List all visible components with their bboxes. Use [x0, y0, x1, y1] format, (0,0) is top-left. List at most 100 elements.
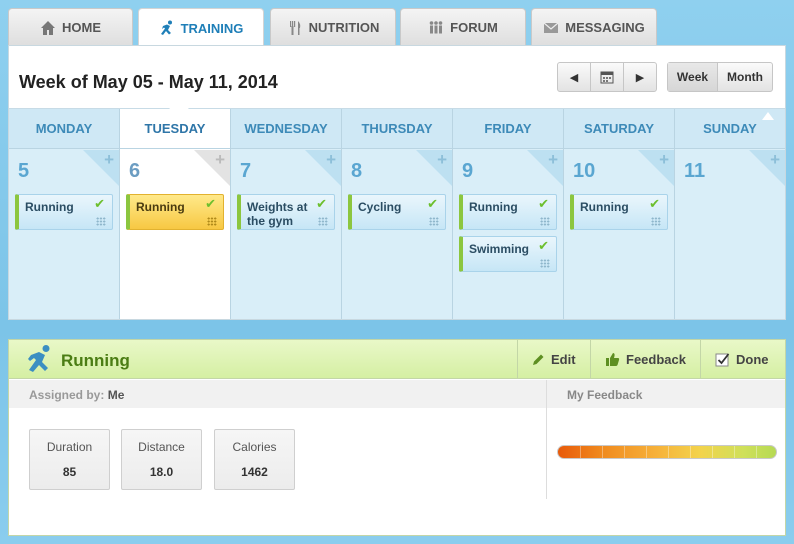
tab-forum-label: FORUM [450, 20, 498, 35]
view-week-button[interactable]: Week [668, 63, 718, 91]
drag-handle-icon[interactable] [207, 217, 217, 226]
my-feedback-header: My Feedback [546, 380, 785, 408]
day-number: 10 [573, 160, 596, 182]
day-number: 9 [462, 160, 474, 182]
pencil-icon [533, 354, 544, 365]
drag-handle-icon[interactable] [429, 217, 439, 226]
checkmark-icon: ✔ [94, 196, 105, 211]
prev-week-button[interactable]: ◀ [558, 63, 591, 91]
day-column-thursday[interactable]: THURSDAY +8 Cycling ✔ [342, 109, 453, 319]
event-label: Weights at the gym [247, 200, 308, 228]
day-column-sunday[interactable]: SUNDAY +11 [675, 109, 785, 319]
view-month-button[interactable]: Month [718, 63, 772, 91]
drag-handle-icon[interactable] [96, 217, 106, 226]
feedback-button[interactable]: Feedback [590, 340, 700, 378]
workout-event[interactable]: Running ✔ [459, 194, 557, 230]
stat-value: 85 [62, 465, 77, 479]
thumbs-up-icon [606, 352, 620, 366]
triangle-right-icon: ▶ [635, 71, 645, 84]
workout-event[interactable]: Swimming ✔ [459, 236, 557, 272]
workout-event[interactable]: Cycling ✔ [348, 194, 446, 230]
stat-label: Calories [232, 440, 277, 454]
date-navigation: ◀ ▶ [557, 62, 657, 92]
detail-title: Running [61, 351, 130, 370]
divider [546, 408, 547, 499]
runner-icon [160, 20, 172, 35]
tab-nutrition-label: NUTRITION [308, 20, 380, 35]
checkmark-icon: ✔ [205, 196, 216, 211]
day-column-tuesday[interactable]: TUESDAY +6 Running ✔ [120, 109, 231, 319]
week-days-grid: MONDAY +5 Running ✔ TUESDAY +6 Running ✔ WEDNESD… [9, 108, 785, 319]
calendar-picker-button[interactable] [591, 63, 624, 91]
meter-segment-divider [712, 446, 713, 458]
stat-calories: Calories 1462 [214, 429, 295, 490]
envelope-icon [543, 22, 559, 33]
home-icon [41, 20, 55, 35]
workout-event[interactable]: Weights at the gym ✔ [237, 194, 335, 230]
checkmark-icon: ✔ [427, 196, 438, 211]
calendar-icon [600, 71, 614, 84]
tab-messaging-label: MESSAGING [565, 20, 645, 35]
week-title: Week of May 05 - May 11, 2014 [19, 72, 278, 92]
stat-label: Duration [46, 440, 93, 454]
stat-label: Distance [138, 440, 185, 454]
day-column-saturday[interactable]: SATURDAY +10 Running ✔ [564, 109, 675, 319]
event-label: Swimming [469, 242, 530, 256]
drag-handle-icon[interactable] [651, 217, 661, 226]
day-column-monday[interactable]: MONDAY +5 Running ✔ [9, 109, 120, 319]
assigned-by-value: Me [107, 388, 125, 402]
drag-handle-icon[interactable] [318, 217, 328, 226]
event-label: Running [25, 200, 74, 214]
meter-segment-divider [624, 446, 625, 458]
event-label: Cycling [358, 200, 402, 214]
checkmark-icon: ✔ [538, 196, 549, 211]
selected-day-caret [169, 108, 189, 117]
day-number: 5 [18, 160, 30, 182]
meter-segment-divider [668, 446, 669, 458]
add-event-icon[interactable]: + [437, 150, 447, 170]
drag-handle-icon[interactable] [540, 217, 550, 226]
day-column-wednesday[interactable]: WEDNESDAY +7 Weights at the gym ✔ [231, 109, 342, 319]
stat-distance: Distance 18.0 [121, 429, 202, 490]
tab-training-label: TRAINING [180, 20, 244, 36]
checkmark-icon: ✔ [538, 238, 549, 253]
assigned-by-prefix: Assigned by: [29, 388, 105, 402]
workout-event[interactable]: Running ✔ [15, 194, 113, 230]
next-week-button[interactable]: ▶ [624, 63, 656, 91]
day-header: MONDAY [9, 109, 119, 149]
meter-segment-divider [580, 446, 581, 458]
add-event-icon[interactable]: + [326, 150, 336, 170]
tab-home[interactable]: HOME [8, 8, 133, 46]
fork-knife-icon [289, 20, 300, 35]
day-number: 11 [684, 160, 706, 182]
tab-training[interactable]: TRAINING [138, 8, 264, 47]
workout-event[interactable]: Running ✔ [126, 194, 224, 230]
meter-segment-divider [646, 446, 647, 458]
edit-label: Edit [551, 351, 576, 367]
feedback-meter[interactable] [557, 445, 777, 459]
checkmark-icon: ✔ [649, 196, 660, 211]
view-toggle: Week Month [667, 62, 773, 92]
workout-event[interactable]: Running ✔ [570, 194, 668, 230]
day-header: SATURDAY [564, 109, 674, 149]
add-event-icon[interactable]: + [770, 150, 780, 170]
meter-segment-divider [734, 446, 735, 458]
tab-messaging[interactable]: MESSAGING [531, 8, 657, 46]
day-column-friday[interactable]: FRIDAY +9 Running ✔ Swimming ✔ [453, 109, 564, 319]
add-event-icon[interactable]: + [548, 150, 558, 170]
add-event-icon[interactable]: + [104, 150, 114, 170]
runner-icon [28, 345, 50, 372]
edit-button[interactable]: Edit [517, 340, 590, 378]
add-event-icon[interactable]: + [659, 150, 669, 170]
tab-forum[interactable]: FORUM [400, 8, 526, 46]
feedback-label: Feedback [626, 351, 686, 367]
tab-nutrition[interactable]: NUTRITION [270, 8, 396, 46]
add-event-icon[interactable]: + [215, 150, 225, 170]
day-header: THURSDAY [342, 109, 452, 149]
feedback-slider-handle[interactable] [762, 112, 774, 120]
done-button[interactable]: Done [700, 340, 786, 378]
meter-segment-divider [756, 446, 757, 458]
stat-duration: Duration 85 [29, 429, 110, 490]
drag-handle-icon[interactable] [540, 259, 550, 268]
meter-segment-divider [602, 446, 603, 458]
